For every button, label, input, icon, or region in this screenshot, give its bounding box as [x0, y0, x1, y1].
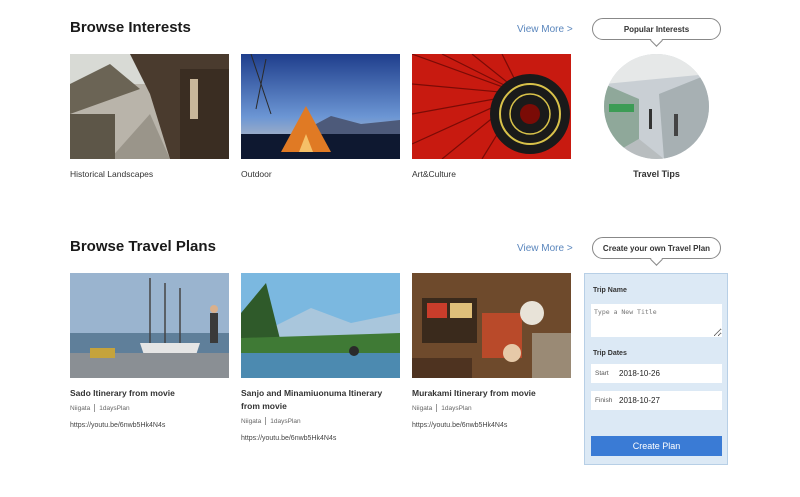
- plan-video-link[interactable]: https://youtu.be/6nwb5Hk4N4s: [241, 435, 400, 442]
- start-date-label: Start: [595, 370, 609, 377]
- plan-meta: Niigata 1daysPlan: [241, 417, 400, 425]
- create-plan-bubble: Create your own Travel Plan: [592, 237, 721, 259]
- plan-meta: Niigata 1daysPlan: [412, 404, 571, 412]
- travel-tips-label: Travel Tips: [633, 169, 680, 179]
- plan-duration: 1daysPlan: [270, 417, 301, 425]
- plan-title: Murakami Itinerary from movie: [412, 388, 536, 398]
- browse-interests-title: Browse Interests: [70, 19, 191, 36]
- plans-view-more-link[interactable]: View More >: [517, 243, 573, 254]
- plan-title: Sado Itinerary from movie: [70, 388, 175, 398]
- plan-duration: 1daysPlan: [441, 404, 472, 412]
- outdoor-image: [241, 54, 400, 159]
- plan-place: Niigata: [412, 404, 433, 412]
- interest-card-art-culture[interactable]: Art&Culture: [412, 54, 571, 179]
- sanjo-plan-image: [241, 273, 400, 378]
- sado-plan-image: [70, 273, 229, 378]
- interests-view-more-link[interactable]: View More >: [517, 24, 573, 35]
- travel-tips-image[interactable]: [604, 54, 709, 159]
- plan-place: Niigata: [241, 417, 262, 425]
- plan-place: Niigata: [70, 404, 91, 412]
- plan-video-link[interactable]: https://youtu.be/6nwb5Hk4N4s: [70, 422, 229, 429]
- trip-name-label: Trip Name: [593, 287, 627, 294]
- plan-duration: 1daysPlan: [99, 404, 130, 412]
- murakami-plan-image: [412, 273, 571, 378]
- plan-video-link[interactable]: https://youtu.be/6nwb5Hk4N4s: [412, 422, 571, 429]
- finish-date-field[interactable]: Finish 2018-10-27: [591, 391, 722, 410]
- plan-title: Sanjo and Minamiuonuma Itinerary from mo…: [241, 388, 383, 411]
- browse-travel-plans-title: Browse Travel Plans: [70, 238, 216, 255]
- plan-card-murakami[interactable]: Murakami Itinerary from movie Niigata 1da…: [412, 273, 571, 429]
- interest-card-historical[interactable]: Historical Landscapes: [70, 54, 229, 179]
- interest-card-outdoor[interactable]: Outdoor: [241, 54, 400, 179]
- create-plan-form: Trip Name Trip Dates Start 2018-10-26 Fi…: [584, 273, 728, 465]
- trip-dates-label: Trip Dates: [593, 350, 627, 357]
- finish-date-value: 2018-10-27: [619, 396, 660, 405]
- create-plan-button[interactable]: Create Plan: [591, 436, 722, 456]
- plan-meta: Niigata 1daysPlan: [70, 404, 229, 412]
- plan-card-sanjo[interactable]: Sanjo and Minamiuonuma Itinerary from mo…: [241, 273, 400, 442]
- interest-label: Historical Landscapes: [70, 169, 154, 179]
- plan-card-sado[interactable]: Sado Itinerary from movie Niigata 1daysPl…: [70, 273, 229, 429]
- finish-date-label: Finish: [595, 397, 613, 404]
- art-culture-image: [412, 54, 571, 159]
- popular-interests-bubble: Popular Interests: [592, 18, 721, 40]
- start-date-field[interactable]: Start 2018-10-26: [591, 364, 722, 383]
- trip-name-input[interactable]: [591, 304, 722, 337]
- start-date-value: 2018-10-26: [619, 369, 660, 378]
- interest-label: Art&Culture: [412, 169, 456, 179]
- historical-landscapes-image: [70, 54, 229, 159]
- interest-label: Outdoor: [241, 169, 272, 179]
